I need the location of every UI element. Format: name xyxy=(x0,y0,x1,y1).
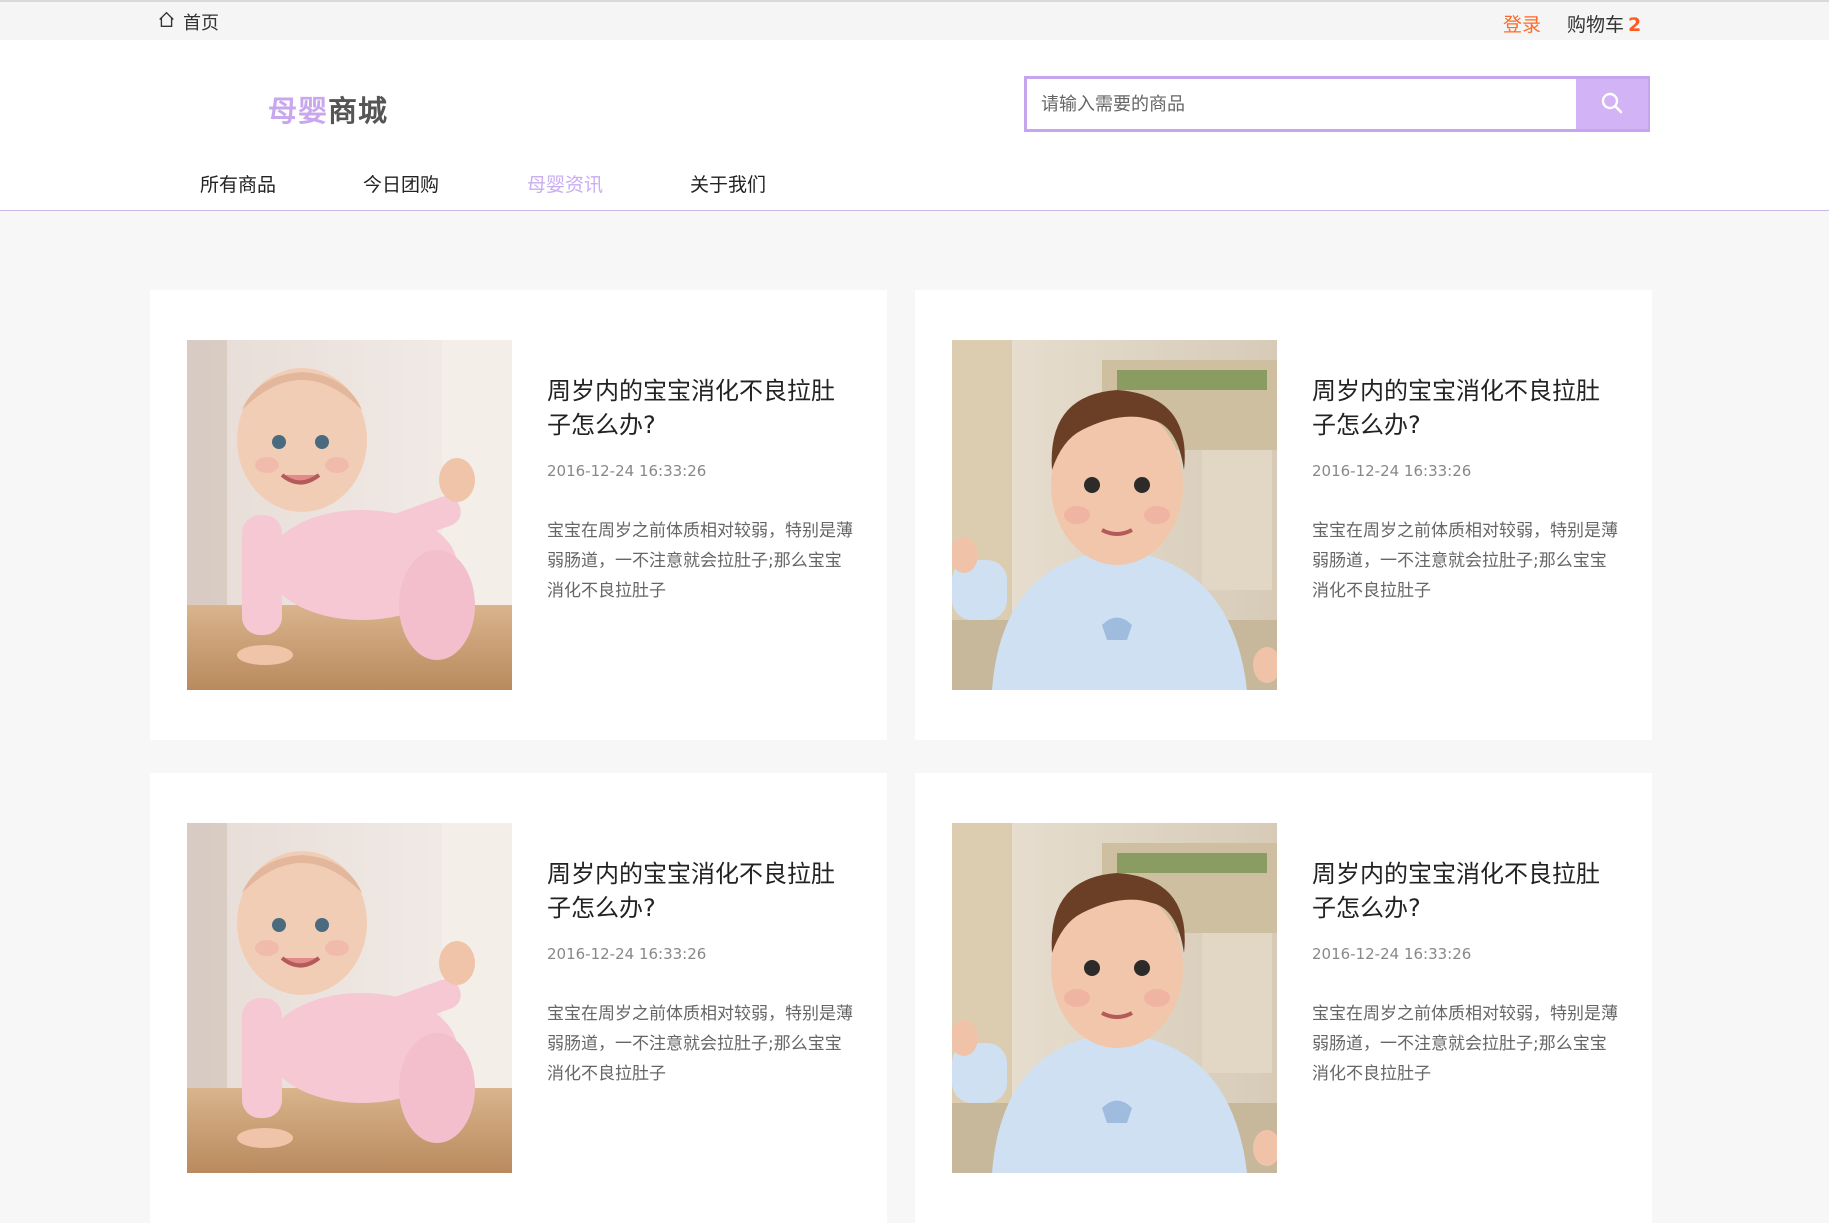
article-summary: 宝宝在周岁之前体质相对较弱，特别是薄弱肠道，一不注意就会拉肚子;那么宝宝消化不良… xyxy=(547,1004,853,1084)
logo-part-1: 母婴 xyxy=(268,94,329,128)
nav-item-news[interactable]: 母婴资讯 xyxy=(527,170,603,197)
cart-link[interactable]: 购物车 2 xyxy=(1567,10,1641,37)
cart-count-badge: 2 xyxy=(1628,14,1642,36)
home-label: 首页 xyxy=(183,13,219,34)
nav-item-about[interactable]: 关于我们 xyxy=(690,170,766,197)
article-summary: 宝宝在周岁之前体质相对较弱，特别是薄弱肠道，一不注意就会拉肚子;那么宝宝消化不良… xyxy=(547,521,853,601)
article-summary: 宝宝在周岁之前体质相对较弱，特别是薄弱肠道，一不注意就会拉肚子;那么宝宝消化不良… xyxy=(1312,1004,1618,1084)
search-icon xyxy=(1600,91,1624,118)
article-date: 2016-12-24 16:33:26 xyxy=(1312,945,1472,963)
home-icon xyxy=(158,11,175,33)
article-card[interactable]: 周岁内的宝宝消化不良拉肚子怎么办? 2016-12-24 16:33:26 宝宝… xyxy=(150,773,887,1223)
article-title[interactable]: 周岁内的宝宝消化不良拉肚子怎么办? xyxy=(547,374,857,442)
article-thumbnail[interactable] xyxy=(187,823,512,1173)
article-thumbnail[interactable] xyxy=(187,340,512,690)
article-card[interactable]: 周岁内的宝宝消化不良拉肚子怎么办? 2016-12-24 16:33:26 宝宝… xyxy=(150,290,887,740)
article-thumbnail[interactable] xyxy=(952,823,1277,1173)
top-bar: 首页 登录 购物车 2 xyxy=(0,0,1829,40)
article-summary: 宝宝在周岁之前体质相对较弱，特别是薄弱肠道，一不注意就会拉肚子;那么宝宝消化不良… xyxy=(1312,521,1618,601)
logo-part-2: 商城 xyxy=(328,94,389,128)
site-logo[interactable]: 母婴商城 xyxy=(268,88,388,130)
article-title[interactable]: 周岁内的宝宝消化不良拉肚子怎么办? xyxy=(547,857,857,925)
article-card[interactable]: 周岁内的宝宝消化不良拉肚子怎么办? 2016-12-24 16:33:26 宝宝… xyxy=(915,773,1652,1223)
site-header: 母婴商城 所有商品 今日团购 母婴资讯 关于我们 xyxy=(0,40,1829,211)
article-date: 2016-12-24 16:33:26 xyxy=(547,462,707,480)
main-nav: 所有商品 今日团购 母婴资讯 关于我们 xyxy=(0,170,900,204)
article-thumbnail[interactable] xyxy=(952,340,1277,690)
article-date: 2016-12-24 16:33:26 xyxy=(547,945,707,963)
article-title[interactable]: 周岁内的宝宝消化不良拉肚子怎么办? xyxy=(1312,857,1622,925)
nav-item-all-products[interactable]: 所有商品 xyxy=(200,170,276,197)
search-button[interactable] xyxy=(1576,79,1648,129)
article-date: 2016-12-24 16:33:26 xyxy=(1312,462,1472,480)
login-link[interactable]: 登录 xyxy=(1503,10,1541,37)
nav-item-group-buy[interactable]: 今日团购 xyxy=(363,170,439,197)
article-card[interactable]: 周岁内的宝宝消化不良拉肚子怎么办? 2016-12-24 16:33:26 宝宝… xyxy=(915,290,1652,740)
search-input[interactable] xyxy=(1027,79,1575,129)
cart-label: 购物车 xyxy=(1567,14,1625,36)
home-link[interactable]: 首页 xyxy=(158,10,219,34)
search-box xyxy=(1024,76,1650,132)
article-title[interactable]: 周岁内的宝宝消化不良拉肚子怎么办? xyxy=(1312,374,1622,442)
